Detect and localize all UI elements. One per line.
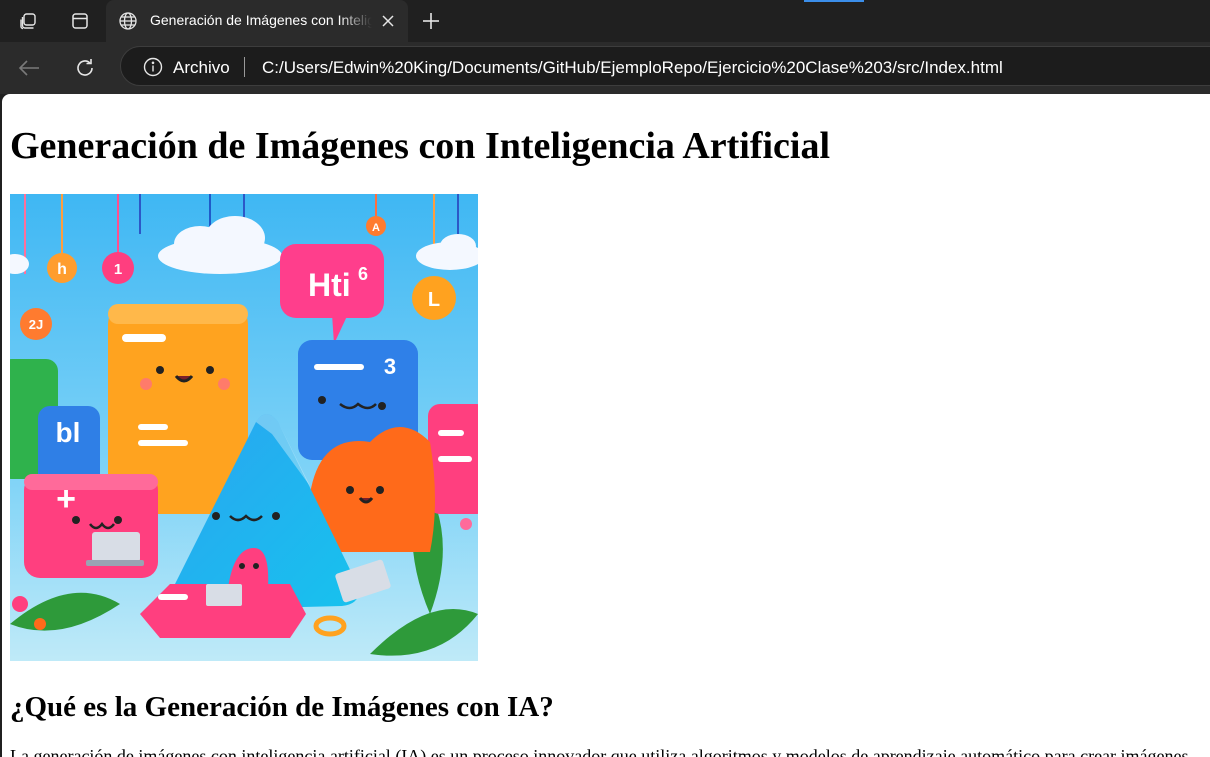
page-title: Generación de Imágenes con Inteligencia … [10, 125, 831, 167]
accent-indicator [804, 0, 864, 2]
back-button[interactable] [14, 54, 44, 82]
info-icon[interactable] [143, 57, 163, 77]
site-info-label[interactable]: Archivo [173, 58, 230, 78]
svg-text:2J: 2J [29, 317, 43, 332]
back-arrow-icon [18, 60, 39, 76]
hero-image: h 1 2J A L Hti 6 bl 3 + [10, 194, 478, 661]
refresh-button[interactable] [70, 54, 100, 82]
workspaces-icon[interactable] [14, 8, 42, 34]
address-bar[interactable]: Archivo C:/Users/Edwin%20King/Documents/… [120, 46, 1210, 86]
plus-icon [423, 13, 439, 29]
svg-text:L: L [428, 289, 440, 311]
intro-paragraph: La generación de imágenes con inteligenc… [10, 746, 1189, 757]
svg-text:3: 3 [384, 354, 396, 379]
svg-text:Hti: Hti [308, 267, 351, 303]
svg-text:+: + [56, 480, 76, 518]
section-heading: ¿Qué es la Generación de Imágenes con IA… [10, 691, 554, 723]
svg-text:h: h [57, 261, 67, 278]
toolbar: Archivo C:/Users/Edwin%20King/Documents/… [0, 42, 1210, 94]
tab-actions-icon[interactable] [66, 8, 94, 34]
globe-icon [118, 11, 138, 31]
svg-text:6: 6 [358, 264, 368, 284]
page-content: Generación de Imágenes con Inteligencia … [2, 94, 1210, 757]
url-text[interactable]: C:/Users/Edwin%20King/Documents/GitHub/E… [262, 58, 1003, 78]
tab-strip: Generación de Imágenes con Inteligencia … [0, 0, 1210, 42]
new-tab-button[interactable] [418, 9, 444, 33]
address-separator [244, 57, 245, 77]
close-tab-icon[interactable] [378, 11, 398, 31]
active-tab[interactable]: Generación de Imágenes con Inteligencia … [106, 0, 408, 42]
refresh-icon [77, 59, 93, 76]
svg-text:A: A [372, 222, 380, 234]
svg-text:1: 1 [114, 261, 122, 278]
svg-text:bl: bl [56, 417, 81, 448]
tab-title: Generación de Imágenes con Inteligencia … [150, 12, 372, 28]
